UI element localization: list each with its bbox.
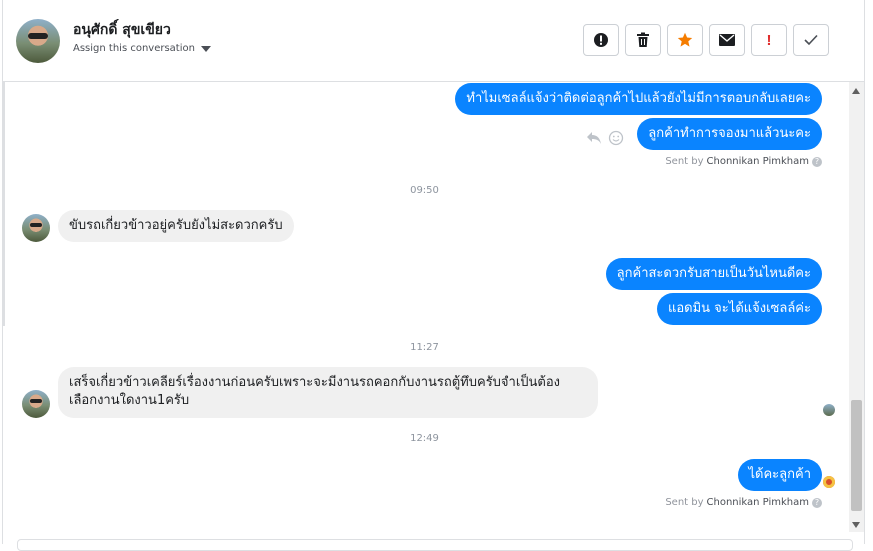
scroll-up-arrow-icon[interactable] bbox=[852, 88, 860, 94]
help-icon[interactable]: ? bbox=[812, 156, 822, 167]
scrollbar-thumb[interactable] bbox=[851, 400, 862, 511]
trash-icon bbox=[637, 32, 649, 47]
read-receipt-avatar bbox=[823, 404, 835, 416]
message-outgoing[interactable]: ลูกค้าสะดวกรับสายเป็นวันไหนดีคะ bbox=[605, 258, 822, 290]
assign-label: Assign this conversation bbox=[73, 43, 195, 54]
delete-button[interactable] bbox=[625, 24, 661, 56]
contact-avatar-small[interactable] bbox=[22, 390, 50, 418]
action-toolbar: ! bbox=[583, 24, 829, 56]
message-thread[interactable]: ทำไมเซลล์แจ้งว่าติดต่อลูกค้าไปแล้วยังไม่… bbox=[3, 82, 846, 544]
mail-icon bbox=[719, 34, 735, 46]
timestamp: 11:27 bbox=[410, 342, 439, 353]
sent-by-name: Chonnikan Pimkham bbox=[706, 497, 809, 508]
message-outgoing[interactable]: ลูกค้าทำการจองมาแล้วนะคะ bbox=[637, 118, 822, 150]
thread-scrollbar[interactable] bbox=[849, 82, 864, 532]
info-icon bbox=[594, 33, 608, 47]
caret-down-icon bbox=[200, 45, 211, 52]
message-outgoing[interactable]: ทำไมเซลล์แจ้งว่าติดต่อลูกค้าไปแล้วยังไม่… bbox=[455, 83, 822, 115]
mark-important-button[interactable]: ! bbox=[751, 24, 787, 56]
message-incoming[interactable]: เสร็จเกี่ยวข้าวเคลียร์เรื่องงานก่อนครับเ… bbox=[58, 367, 598, 418]
scroll-down-arrow-icon[interactable] bbox=[852, 522, 860, 528]
conversation-window: อนุศักดิ์ สุขเขียว Assign this conversat… bbox=[2, 0, 865, 551]
help-icon[interactable]: ? bbox=[812, 497, 822, 508]
star-button[interactable] bbox=[667, 24, 703, 56]
timestamp: 12:49 bbox=[410, 433, 439, 444]
mark-done-button[interactable] bbox=[793, 24, 829, 56]
contact-avatar[interactable] bbox=[16, 19, 60, 63]
sent-by-name: Chonnikan Pimkham bbox=[706, 156, 809, 167]
exclamation-icon: ! bbox=[766, 31, 772, 49]
sent-by-prefix: Sent by bbox=[665, 156, 704, 167]
message-line: เสร็จเกี่ยวข้าวเคลียร์เรื่องงานก่อนครับเ… bbox=[69, 375, 561, 390]
reaction-icon bbox=[823, 476, 835, 488]
star-icon bbox=[677, 32, 693, 47]
check-icon bbox=[804, 34, 818, 46]
message-line: เลือกงานใดงาน1ครับ bbox=[69, 393, 190, 408]
message-outgoing[interactable]: แอดมิน จะได้แจ้งเซลล์ค่ะ bbox=[656, 293, 822, 325]
contact-name[interactable]: อนุศักดิ์ สุขเขียว bbox=[73, 19, 171, 41]
assign-conversation-dropdown[interactable]: Assign this conversation bbox=[73, 43, 211, 54]
message-incoming[interactable]: ขับรถเกี่ยวข้าวอยู่ครับยังไม่สะดวกครับ bbox=[58, 210, 294, 242]
mail-button[interactable] bbox=[709, 24, 745, 56]
message-outgoing[interactable]: ได้คะลูกค้า bbox=[737, 459, 822, 491]
message-composer[interactable] bbox=[17, 539, 853, 551]
sent-by-prefix: Sent by bbox=[665, 497, 704, 508]
info-button[interactable] bbox=[583, 24, 619, 56]
timestamp: 09:50 bbox=[410, 185, 439, 196]
contact-avatar-small[interactable] bbox=[22, 214, 50, 242]
sent-by-label: Sent by Chonnikan Pimkham ? bbox=[665, 156, 822, 167]
conversation-header: อนุศักดิ์ สุขเขียว Assign this conversat… bbox=[3, 0, 864, 82]
emoji-react-icon[interactable] bbox=[608, 130, 624, 146]
reply-icon[interactable] bbox=[586, 131, 602, 145]
sent-by-label: Sent by Chonnikan Pimkham ? bbox=[665, 497, 822, 508]
